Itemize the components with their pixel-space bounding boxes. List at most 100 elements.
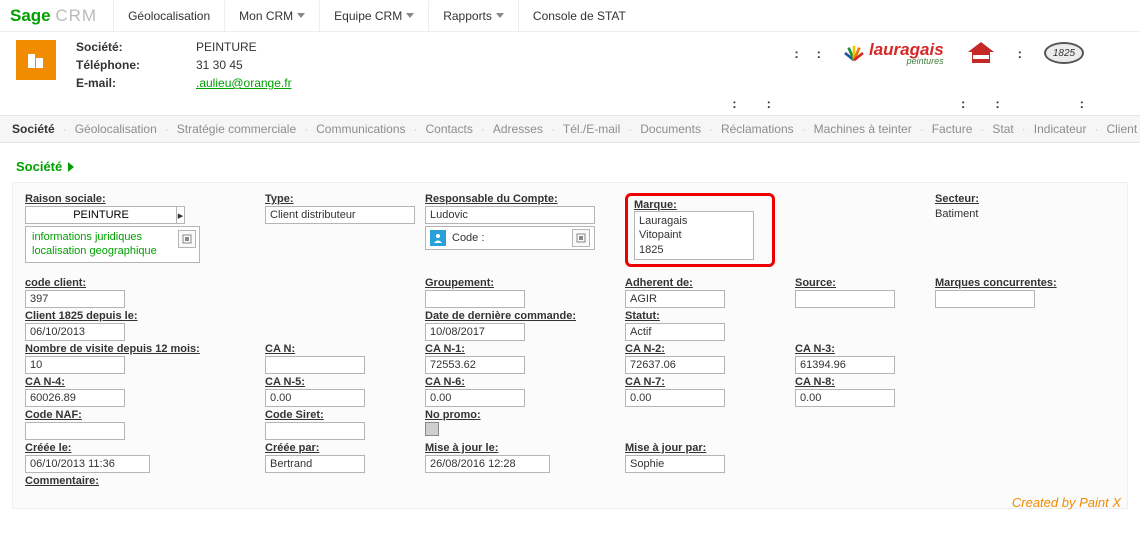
tab-reclamations[interactable]: Réclamations xyxy=(721,122,794,136)
can1-input[interactable] xyxy=(425,356,525,374)
statut-input[interactable] xyxy=(625,323,725,341)
client1825-input[interactable] xyxy=(25,323,125,341)
chevron-right-icon[interactable]: ▸ xyxy=(176,207,184,223)
secteur-value: Batiment xyxy=(935,206,1115,222)
marques-conc-input[interactable] xyxy=(935,290,1035,308)
marques-conc-label: Marques concurrentes: xyxy=(935,277,1115,289)
header-dots: : xyxy=(1018,46,1022,61)
menu-rapports[interactable]: Rapports xyxy=(428,1,518,31)
nb-visite-label: Nombre de visite depuis 12 mois: xyxy=(25,343,255,355)
maj-par-input[interactable] xyxy=(625,455,725,473)
lauragais-logo: lauragais peintures xyxy=(843,40,944,66)
tab-societe[interactable]: Société xyxy=(12,122,55,136)
groupement-input[interactable] xyxy=(425,290,525,308)
tab-facture[interactable]: Facture xyxy=(932,122,973,136)
can-input[interactable] xyxy=(265,356,365,374)
type-value: Client distributeur xyxy=(265,206,415,224)
can-label: CA N: xyxy=(265,343,415,355)
groupement-label: Groupement: xyxy=(425,277,615,289)
email-link[interactable]: .aulieu@orange.fr xyxy=(196,76,396,90)
house-badge-icon xyxy=(966,40,996,66)
raison-sociale-input[interactable] xyxy=(26,207,176,223)
marque-listbox[interactable]: Lauragais Vitopaint 1825 xyxy=(634,211,754,260)
can2-label: CA N-2: xyxy=(625,343,785,355)
code-client-label: code client: xyxy=(25,277,255,289)
marque-option: Lauragais xyxy=(639,214,749,228)
can4-input[interactable] xyxy=(25,389,125,407)
marque-option: Vitopaint xyxy=(639,228,749,242)
expand-button[interactable] xyxy=(178,230,196,248)
can6-input[interactable] xyxy=(425,389,525,407)
raison-sociale-label: Raison sociale: xyxy=(25,193,255,205)
tab-geolocalisation[interactable]: Géolocalisation xyxy=(75,122,157,136)
date-derniere-input[interactable] xyxy=(425,323,525,341)
can8-label: CA N-8: xyxy=(795,376,925,388)
creee-par-input[interactable] xyxy=(265,455,365,473)
tab-stat[interactable]: Stat xyxy=(992,122,1013,136)
telephone-label: Téléphone: xyxy=(76,58,196,72)
code-lookup-button[interactable] xyxy=(572,229,590,247)
tab-adresses[interactable]: Adresses xyxy=(493,122,543,136)
marque-label: Marque: xyxy=(634,199,677,211)
can3-input[interactable] xyxy=(795,356,895,374)
can5-input[interactable] xyxy=(265,389,365,407)
oval-1825-badge: 1825 xyxy=(1044,42,1084,64)
code-row: Code : xyxy=(425,226,595,250)
societe-label: Société: xyxy=(76,40,196,54)
menu-equipe-crm[interactable]: Equipe CRM xyxy=(319,1,428,31)
telephone-value: 31 30 45 xyxy=(196,58,396,72)
footer-credit: Created by Paint X xyxy=(1012,495,1121,510)
tab-client-distrib[interactable]: Client du Distrib xyxy=(1106,122,1140,136)
header-logos: :: lauragais peintures : 1825 xyxy=(794,40,1124,66)
can4-label: CA N-4: xyxy=(25,376,255,388)
tab-communications[interactable]: Communications xyxy=(316,122,405,136)
responsable-value: Ludovic xyxy=(425,206,595,224)
tab-documents[interactable]: Documents xyxy=(640,122,701,136)
source-input[interactable] xyxy=(795,290,895,308)
chevron-down-icon xyxy=(406,13,414,18)
no-promo-checkbox[interactable] xyxy=(425,422,439,436)
tab-tel-email[interactable]: Tél./E-mail xyxy=(563,122,620,136)
creee-le-input[interactable] xyxy=(25,455,150,473)
can8-input[interactable] xyxy=(795,389,895,407)
can1-label: CA N-1: xyxy=(425,343,615,355)
can2-input[interactable] xyxy=(625,356,725,374)
can7-label: CA N-7: xyxy=(625,376,785,388)
code-siret-input[interactable] xyxy=(265,422,365,440)
localisation-geographique-link[interactable]: localisation geographique xyxy=(32,244,193,258)
can7-input[interactable] xyxy=(625,389,725,407)
chevron-down-icon xyxy=(297,13,305,18)
responsable-label: Responsable du Compte: xyxy=(425,193,615,205)
section-title: Société xyxy=(0,143,1140,182)
brand-logo: Sage CRM xyxy=(10,6,97,26)
maj-le-input[interactable] xyxy=(425,455,550,473)
tab-machines[interactable]: Machines à teinter xyxy=(814,122,912,136)
menu-geolocalisation[interactable]: Géolocalisation xyxy=(113,1,224,31)
creee-le-label: Créée le: xyxy=(25,442,255,454)
commentaire-label: Commentaire: xyxy=(25,475,255,487)
menu-console-stat[interactable]: Console de STAT xyxy=(518,1,640,31)
brand-crm: CRM xyxy=(55,6,97,25)
tab-contacts[interactable]: Contacts xyxy=(426,122,473,136)
creee-par-label: Créée par: xyxy=(265,442,415,454)
tab-indicateur[interactable]: Indicateur xyxy=(1034,122,1087,136)
brand-sage: Sage xyxy=(10,6,51,25)
code-label: Code : xyxy=(452,232,484,244)
email-label: E-mail: xyxy=(76,76,196,90)
adherent-input[interactable] xyxy=(625,290,725,308)
type-label: Type: xyxy=(265,193,415,205)
can6-label: CA N-6: xyxy=(425,376,615,388)
code-client-input[interactable] xyxy=(25,290,125,308)
secteur-label: Secteur: xyxy=(935,193,1115,205)
nb-visite-input[interactable] xyxy=(25,356,125,374)
marque-option: 1825 xyxy=(639,243,749,257)
header-dots-row2: ::::: xyxy=(732,96,1084,111)
code-siret-label: Code Siret: xyxy=(265,409,415,421)
code-naf-input[interactable] xyxy=(25,422,125,440)
tab-strategie[interactable]: Stratégie commerciale xyxy=(177,122,296,136)
record-tabs: Société· Géolocalisation· Stratégie comm… xyxy=(0,115,1140,143)
informations-juridiques-link[interactable]: informations juridiques xyxy=(32,230,193,244)
menu-mon-crm[interactable]: Mon CRM xyxy=(224,1,319,31)
maj-le-label: Mise à jour le: xyxy=(425,442,615,454)
societe-form: Raison sociale: ▸ informations juridique… xyxy=(12,182,1128,509)
